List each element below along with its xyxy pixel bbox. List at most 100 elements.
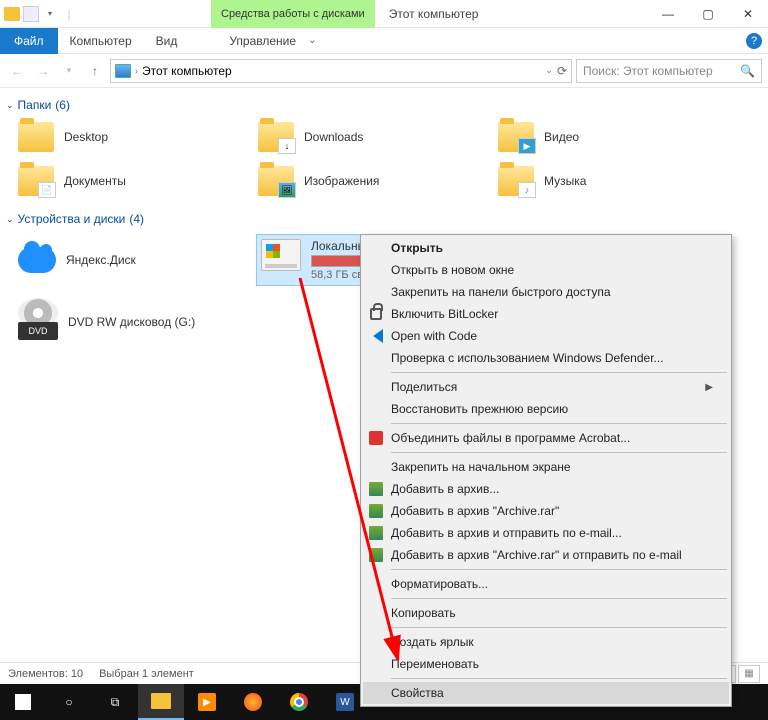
- help-icon[interactable]: ?: [746, 33, 762, 49]
- folder-video[interactable]: ▶ Видео: [496, 120, 716, 154]
- addr-history-dropdown-icon[interactable]: ⌄: [545, 65, 553, 76]
- folder-pictures[interactable]: 🖼 Изображения: [256, 164, 476, 198]
- ctx-add-archive[interactable]: Добавить в архив...: [363, 478, 729, 500]
- ctx-archive-rar-email[interactable]: Добавить в архив "Archive.rar" и отправи…: [363, 544, 729, 566]
- ctx-open-with-code[interactable]: Open with Code: [363, 325, 729, 347]
- qat-separator: |: [61, 6, 77, 22]
- folder-label: Документы: [64, 174, 126, 188]
- view-large-icons-button[interactable]: ▦: [738, 665, 760, 683]
- ctx-properties[interactable]: Свойства: [363, 682, 729, 704]
- address-bar[interactable]: › Этот компьютер ⌄ ⟳: [110, 59, 572, 83]
- ctx-defender-scan[interactable]: Проверка с использованием Windows Defend…: [363, 347, 729, 369]
- drive-icon: [261, 239, 301, 271]
- breadcrumb-location[interactable]: Этот компьютер: [142, 64, 232, 78]
- winrar-icon: [368, 503, 384, 519]
- search-input[interactable]: Поиск: Этот компьютер 🔍: [576, 59, 762, 83]
- ctx-separator: [391, 372, 727, 373]
- ctx-separator: [391, 423, 727, 424]
- nav-up-button[interactable]: ↑: [84, 60, 106, 82]
- ribbon-file-tab[interactable]: Файл: [0, 28, 58, 54]
- folders-section-title: Папки: [18, 98, 52, 112]
- refresh-icon[interactable]: ⟳: [557, 64, 567, 78]
- cloud-icon: [18, 247, 56, 273]
- start-button[interactable]: [0, 684, 46, 720]
- task-view-button[interactable]: ⧉: [92, 684, 138, 720]
- folder-label: Downloads: [304, 130, 363, 144]
- folders-section-header[interactable]: ⌄ Папки (6): [6, 94, 762, 120]
- bitlocker-icon: [368, 306, 384, 322]
- status-selection: Выбран 1 элемент: [99, 668, 194, 680]
- ctx-share[interactable]: Поделиться▶: [363, 376, 729, 398]
- qat-dropdown-icon[interactable]: ▾: [42, 6, 58, 22]
- ctx-pin-start[interactable]: Закрепить на начальном экране: [363, 456, 729, 478]
- maximize-button[interactable]: ▢: [688, 0, 728, 28]
- collapse-icon: ⌄: [6, 214, 14, 225]
- device-dvd-rw[interactable]: DVD DVD RW дисковод (G:): [16, 296, 236, 348]
- taskbar-chrome[interactable]: [276, 684, 322, 720]
- ctx-separator: [391, 569, 727, 570]
- taskbar-app-1[interactable]: [230, 684, 276, 720]
- folder-icon: 🖼: [258, 166, 294, 196]
- ctx-rename[interactable]: Переименовать: [363, 653, 729, 675]
- ribbon-view-tab[interactable]: Вид: [144, 28, 190, 54]
- folder-label: Музыка: [544, 174, 586, 188]
- ctx-separator: [391, 678, 727, 679]
- ctx-add-archive-rar[interactable]: Добавить в архив "Archive.rar": [363, 500, 729, 522]
- device-yandex-disk[interactable]: Яндекс.Диск: [16, 234, 236, 286]
- ctx-restore-previous[interactable]: Восстановить прежнюю версию: [363, 398, 729, 420]
- folder-label: Изображения: [304, 174, 379, 188]
- ctx-bitlocker[interactable]: Включить BitLocker: [363, 303, 729, 325]
- nav-back-button[interactable]: ←: [6, 60, 28, 82]
- folder-music[interactable]: ♪ Музыка: [496, 164, 716, 198]
- search-button[interactable]: ○: [46, 684, 92, 720]
- ribbon: Файл Компьютер Вид Управление ⌄ ?: [0, 28, 768, 54]
- folder-icon: 📄: [18, 166, 54, 196]
- ctx-copy[interactable]: Копировать: [363, 602, 729, 624]
- windows-logo-icon: [266, 244, 280, 258]
- nav-recent-dropdown[interactable]: ▾: [58, 60, 80, 82]
- ctx-open[interactable]: Открыть: [363, 237, 729, 259]
- submenu-arrow-icon: ▶: [705, 382, 713, 393]
- vscode-icon: [368, 328, 384, 344]
- taskbar-explorer[interactable]: [138, 684, 184, 720]
- window-title: Этот компьютер: [389, 7, 479, 21]
- folder-label: Видео: [544, 130, 579, 144]
- nav-forward-button[interactable]: →: [32, 60, 54, 82]
- minimize-button[interactable]: ―: [648, 0, 688, 28]
- taskbar-media-player[interactable]: ▶: [184, 684, 230, 720]
- ctx-pin-quick-access[interactable]: Закрепить на панели быстрого доступа: [363, 281, 729, 303]
- ctx-format[interactable]: Форматировать...: [363, 573, 729, 595]
- breadcrumb-chevron-icon[interactable]: ›: [135, 66, 138, 76]
- folder-icon: ▶: [498, 122, 534, 152]
- collapse-icon: ⌄: [6, 100, 14, 111]
- quick-access-toolbar: ▾ |: [0, 6, 81, 22]
- ctx-archive-email[interactable]: Добавить в архив и отправить по e-mail..…: [363, 522, 729, 544]
- search-placeholder: Поиск: Этот компьютер: [583, 64, 713, 78]
- window-controls: ― ▢ ✕: [648, 0, 768, 28]
- address-bar-row: ← → ▾ ↑ › Этот компьютер ⌄ ⟳ Поиск: Этот…: [0, 54, 768, 88]
- folder-desktop[interactable]: Desktop: [16, 120, 236, 154]
- folder-documents[interactable]: 📄 Документы: [16, 164, 236, 198]
- dvd-label-icon: DVD: [18, 322, 58, 340]
- folder-icon: [18, 122, 54, 152]
- ctx-acrobat-combine[interactable]: Объединить файлы в программе Acrobat...: [363, 427, 729, 449]
- ctx-separator: [391, 598, 727, 599]
- search-icon: 🔍: [740, 64, 755, 78]
- ribbon-collapse-icon[interactable]: ⌄: [308, 35, 316, 46]
- devices-section-header[interactable]: ⌄ Устройства и диски (4): [6, 208, 762, 234]
- ribbon-manage-tab[interactable]: Управление: [217, 28, 308, 54]
- folder-icon: ♪: [498, 166, 534, 196]
- ribbon-computer-tab[interactable]: Компьютер: [58, 28, 144, 54]
- folder-downloads[interactable]: ↓ Downloads: [256, 120, 476, 154]
- ctx-open-new-window[interactable]: Открыть в новом окне: [363, 259, 729, 281]
- qat-properties-icon[interactable]: [23, 6, 39, 22]
- winrar-icon: [368, 481, 384, 497]
- this-pc-icon: [115, 64, 131, 78]
- devices-section-count: (4): [129, 212, 144, 226]
- app-icon[interactable]: [4, 6, 20, 22]
- acrobat-icon: [368, 430, 384, 446]
- ctx-create-shortcut[interactable]: Создать ярлык: [363, 631, 729, 653]
- folders-section-count: (6): [55, 98, 70, 112]
- close-button[interactable]: ✕: [728, 0, 768, 28]
- device-label: Яндекс.Диск: [66, 253, 136, 267]
